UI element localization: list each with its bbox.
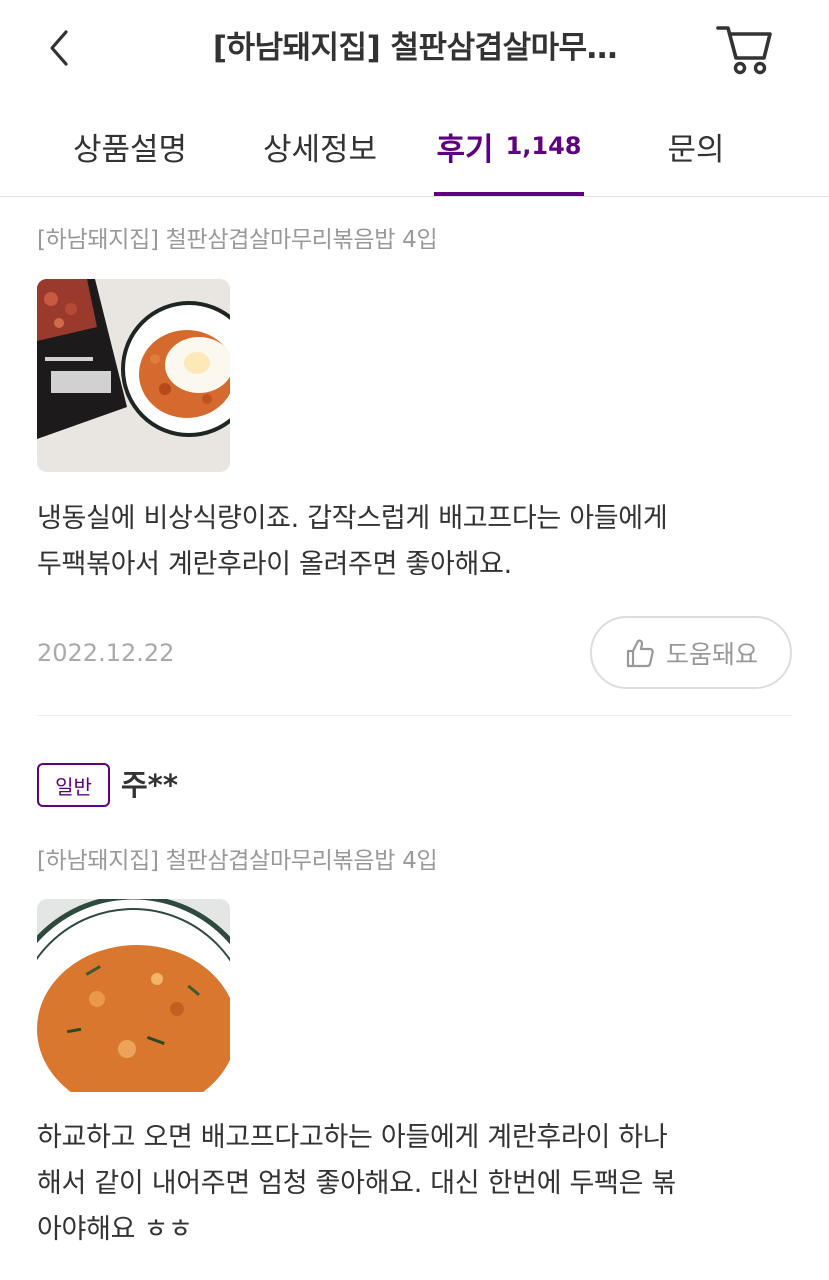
review-photo[interactable]	[37, 899, 230, 1092]
reviewer-name: 주**	[121, 768, 179, 802]
fried-rice-package-photo	[37, 279, 230, 472]
tab-description[interactable]: 상품설명	[40, 96, 220, 196]
page-title: [하남돼지집] 철판삼겹살마무…	[212, 30, 618, 66]
review-text-line: 냉동실에 비상식량이죠. 갑작스럽게 배고프다는 아들에게	[37, 503, 668, 534]
helpful-label: 도움돼요	[665, 639, 758, 669]
tab-label: 문의	[667, 131, 725, 168]
review-text-line: 아야해요 ㅎㅎ	[37, 1214, 193, 1245]
tab-details[interactable]: 상세정보	[230, 96, 410, 196]
review-text-line: 해서 같이 내어주면 엄청 좋아해요. 대신 한번에 두팩은 볶	[37, 1168, 676, 1199]
review-text-line: 두팩볶아서 계란후라이 올려주면 좋아해요.	[37, 549, 512, 580]
fried-rice-bowl-photo	[37, 899, 230, 1092]
chevron-left-icon	[50, 30, 68, 66]
cart-button[interactable]	[712, 20, 776, 76]
helpful-button[interactable]: 도움돼요	[590, 616, 792, 689]
review-date: 2022.12.22	[37, 639, 175, 667]
review-product-name: [하남돼지집] 철판삼겹살마무리볶음밥 4입	[37, 227, 438, 253]
top-app-bar: [하남돼지집] 철판삼겹살마무…	[0, 0, 829, 96]
active-tab-indicator	[434, 192, 584, 196]
tab-label: 후기	[436, 131, 494, 168]
grade-badge: 일반	[37, 763, 110, 807]
back-button[interactable]	[40, 24, 80, 72]
review-photo[interactable]	[37, 279, 230, 472]
review-text: 하교하고 오면 배고프다고하는 아들에게 계란후라이 하나 해서 같이 내어주면…	[37, 1115, 797, 1253]
tab-reviews[interactable]: 후기 1,148	[434, 96, 584, 196]
review-count: 1,148	[505, 132, 582, 160]
product-tabs: 상품설명 상세정보 후기 1,148 문의	[0, 96, 829, 197]
tab-label: 상세정보	[262, 131, 378, 168]
review-text: 냉동실에 비상식량이죠. 갑작스럽게 배고프다는 아들에게 두팩볶아서 계란후라…	[37, 496, 797, 588]
thumbs-up-icon	[626, 639, 654, 667]
review-text-line: 하교하고 오면 배고프다고하는 아들에게 계란후라이 하나	[37, 1122, 668, 1153]
tab-inquiry[interactable]: 문의	[606, 96, 786, 196]
tab-label: 상품설명	[72, 131, 188, 168]
review-divider	[37, 715, 792, 716]
cart-icon	[716, 26, 772, 75]
review-product-name: [하남돼지집] 철판삼겹살마무리볶음밥 4입	[37, 848, 438, 874]
